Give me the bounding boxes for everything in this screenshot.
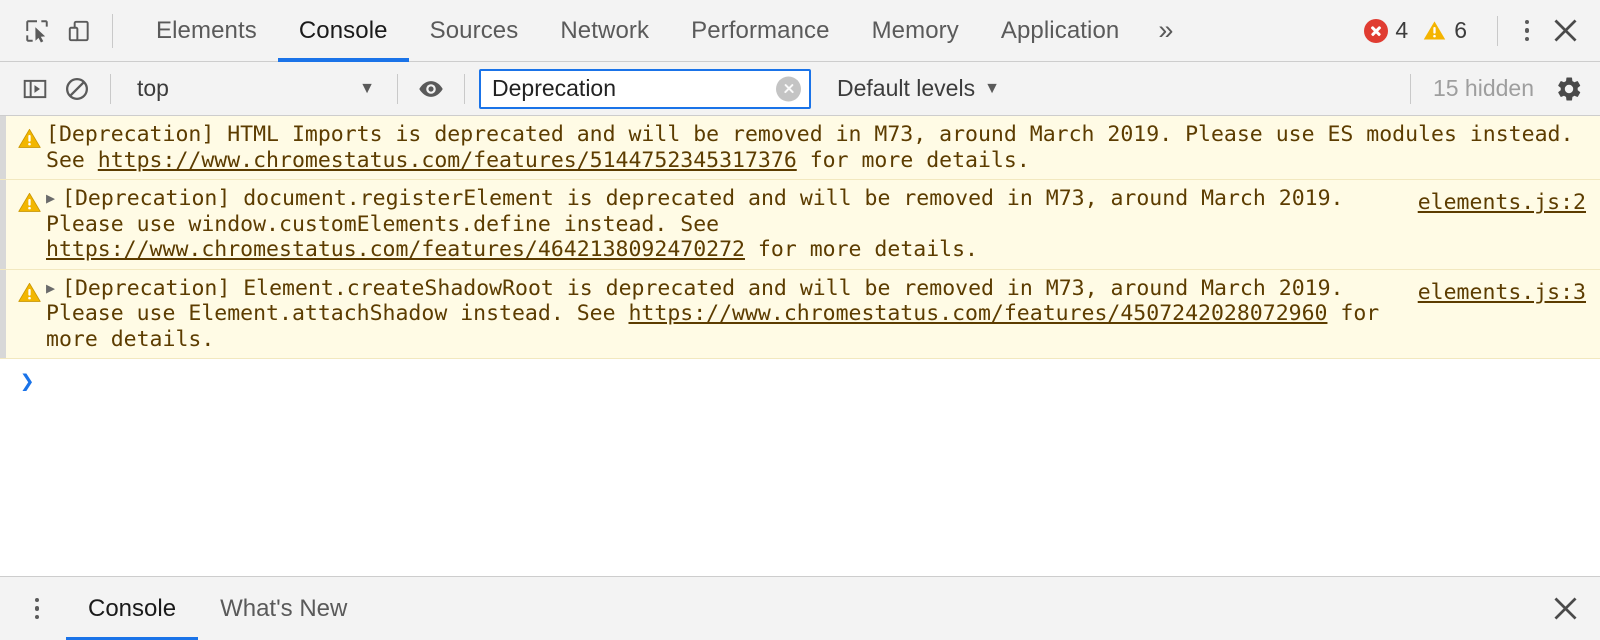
live-expression-eye-icon[interactable] <box>410 68 452 110</box>
tab-memory[interactable]: Memory <box>851 0 980 62</box>
panel-tabbar: Elements Console Sources Network Perform… <box>0 0 1600 62</box>
tab-network[interactable]: Network <box>539 0 670 62</box>
filter-input-wrapper <box>479 68 811 109</box>
msg-1-part-0: [Deprecation] document.registerElement i… <box>46 186 1344 237</box>
source-location-link[interactable]: elements.js:3 <box>1418 280 1586 306</box>
error-icon <box>1364 18 1389 43</box>
more-tabs-chevron-icon[interactable]: » <box>1140 0 1191 62</box>
tab-performance[interactable]: Performance <box>670 0 851 62</box>
log-levels-label: Default levels <box>837 75 976 101</box>
msg-1-part-2: for more details. <box>744 237 978 262</box>
device-toolbar-icon[interactable] <box>58 10 100 52</box>
log-levels-selector[interactable]: Default levels ▼ <box>825 70 1010 108</box>
warning-triangle-icon <box>12 186 46 263</box>
tab-label: Performance <box>691 16 830 44</box>
warning-counter[interactable]: 6 <box>1422 17 1467 44</box>
dot <box>1524 28 1530 33</box>
console-message-text: ▶ [Deprecation] document.registerElement … <box>46 186 1410 263</box>
drawer-tab-console[interactable]: Console <box>66 577 199 640</box>
console-prompt-row[interactable]: ❯ <box>0 359 1600 394</box>
dot <box>34 597 40 603</box>
prompt-chevron-icon: ❯ <box>20 367 35 395</box>
console-message-body: [Deprecation] HTML Imports is deprecated… <box>46 122 1600 173</box>
execution-context-selector[interactable]: top ▼ <box>123 70 385 108</box>
drawer-close-icon[interactable] <box>1544 588 1586 630</box>
dot <box>1524 19 1530 25</box>
console-message-list[interactable]: [Deprecation] HTML Imports is deprecated… <box>0 116 1600 576</box>
console-prompt-input[interactable] <box>34 368 1600 394</box>
tab-label: Console <box>298 16 388 44</box>
filter-divider-1 <box>110 73 111 104</box>
console-message-text: [Deprecation] HTML Imports is deprecated… <box>46 122 1588 173</box>
filter-divider-2 <box>397 73 398 104</box>
tab-label: Application <box>1000 16 1120 44</box>
tab-sources[interactable]: Sources <box>409 0 540 62</box>
error-counter[interactable]: 4 <box>1364 17 1408 44</box>
tab-elements[interactable]: Elements <box>135 0 278 62</box>
close-icon[interactable] <box>1544 10 1586 52</box>
drawer-tab-label: Console <box>88 594 177 622</box>
execution-context-value: top <box>137 75 169 101</box>
msg-1-link[interactable]: https://www.chromestatus.com/features/46… <box>46 237 745 262</box>
drawer-more-vertical-icon[interactable] <box>20 589 54 629</box>
more-vertical-icon[interactable] <box>1510 11 1544 51</box>
expand-triangle-icon[interactable]: ▶ <box>46 276 59 302</box>
drawer-tab-whats-new[interactable]: What's New <box>198 577 369 640</box>
chevron-down-icon: ▼ <box>359 79 375 97</box>
drawer-tabbar: Console What's New <box>0 576 1600 640</box>
console-message-warning[interactable]: [Deprecation] HTML Imports is deprecated… <box>0 116 1600 180</box>
warning-count: 6 <box>1454 17 1467 43</box>
tab-console[interactable]: Console <box>277 0 409 62</box>
tab-label: Memory <box>871 16 959 44</box>
dot <box>34 606 40 611</box>
console-message-warning[interactable]: ▶ [Deprecation] Element.createShadowRoot … <box>0 269 1600 359</box>
msg-0-link[interactable]: https://www.chromestatus.com/features/51… <box>98 148 797 173</box>
issue-counters[interactable]: 4 6 <box>1360 17 1485 44</box>
filter-input[interactable] <box>479 68 811 109</box>
console-message-body: ▶ [Deprecation] document.registerElement … <box>46 186 1600 263</box>
source-location-link[interactable]: elements.js:2 <box>1418 190 1586 216</box>
toolbar-divider-2 <box>1497 15 1498 46</box>
error-count: 4 <box>1395 17 1409 43</box>
dot <box>1524 36 1530 42</box>
hidden-messages-count: 15 hidden <box>1432 75 1534 101</box>
console-message-body: ▶ [Deprecation] Element.createShadowRoot … <box>46 276 1600 353</box>
drawer-tabs: Console What's New <box>66 577 369 640</box>
console-sidebar-toggle-icon[interactable] <box>14 68 56 110</box>
clear-console-icon[interactable] <box>56 68 98 110</box>
toolbar-divider <box>112 13 113 48</box>
panel-tabs: Elements Console Sources Network Perform… <box>135 0 1191 62</box>
console-filter-toolbar: top ▼ Default levels ▼ 15 hidden <box>0 62 1600 116</box>
filter-divider-4 <box>1409 73 1411 104</box>
inspect-cursor-icon[interactable] <box>16 10 58 52</box>
filter-divider-3 <box>464 73 465 104</box>
devtools-window: Elements Console Sources Network Perform… <box>0 0 1600 640</box>
console-message-warning[interactable]: ▶ [Deprecation] document.registerElement … <box>0 180 1600 270</box>
msg-2-link[interactable]: https://www.chromestatus.com/features/45… <box>628 301 1327 326</box>
msg-0-part-2: for more details. <box>796 147 1030 173</box>
console-message-text: ▶ [Deprecation] Element.createShadowRoot … <box>46 276 1410 353</box>
tab-label: Elements <box>156 16 257 44</box>
tab-label: Network <box>560 16 650 44</box>
tab-application[interactable]: Application <box>980 0 1141 62</box>
tab-label: Sources <box>429 16 519 44</box>
warning-triangle-icon <box>12 122 46 173</box>
more-tabs-label: » <box>1158 15 1174 45</box>
clear-input-icon[interactable] <box>776 76 801 101</box>
chevron-down-icon: ▼ <box>984 79 1000 97</box>
warning-triangle-icon <box>12 276 46 353</box>
drawer-tab-label: What's New <box>220 594 348 622</box>
warning-icon <box>1423 21 1446 40</box>
expand-triangle-icon[interactable]: ▶ <box>46 186 59 212</box>
gear-icon[interactable] <box>1548 68 1590 110</box>
dot <box>34 614 40 620</box>
